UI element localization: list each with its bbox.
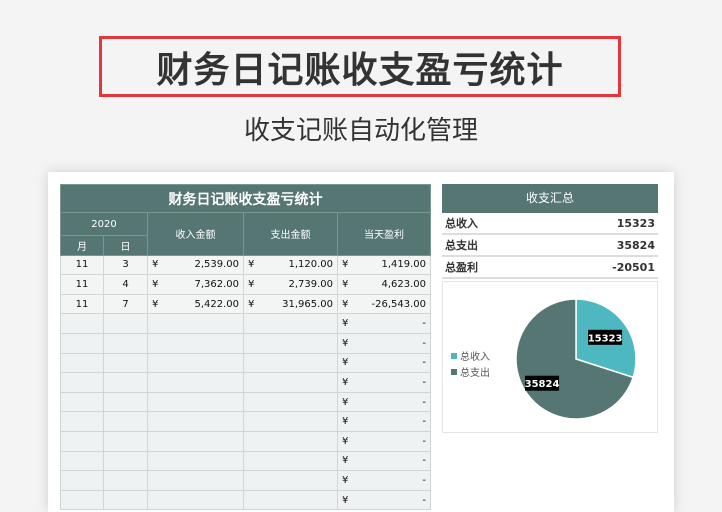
table-row: ¥ - (60, 352, 431, 374)
cell[interactable] (60, 372, 104, 393)
cell[interactable] (60, 391, 104, 413)
data-label: 15323 (588, 329, 623, 345)
cell[interactable] (103, 470, 148, 491)
cell-amount[interactable]: ¥1,419.00 (337, 254, 431, 276)
cell[interactable] (243, 313, 338, 334)
table-row: ¥ - (60, 372, 431, 393)
cell-profit[interactable]: ¥ - (337, 332, 431, 354)
summary-row: 总收入 15323 (442, 213, 658, 235)
cell-amount[interactable]: ¥2,739.00 (243, 274, 338, 295)
cell-month[interactable]: 11 (60, 293, 104, 315)
cell-day[interactable]: 4 (103, 274, 148, 295)
cell[interactable] (147, 391, 244, 413)
table-row: 11 3 ¥2,539.00 ¥1,120.00 ¥1,419.00 (60, 254, 431, 276)
pie-svg: 15323 35824 (515, 298, 637, 420)
cell[interactable] (60, 332, 104, 354)
cell-profit[interactable]: ¥ - (337, 450, 431, 472)
cell-day[interactable]: 3 (103, 254, 148, 276)
data-label: 35824 (525, 375, 560, 391)
svg-text:35824: 35824 (525, 379, 560, 390)
year-header: 2020 (60, 212, 148, 236)
cell[interactable] (103, 391, 148, 413)
cell[interactable] (60, 352, 104, 374)
cell[interactable] (243, 391, 338, 413)
cell-amount[interactable]: ¥5,422.00 (147, 293, 244, 315)
cell[interactable] (243, 411, 338, 432)
day-header: 日 (103, 235, 148, 256)
cell[interactable] (243, 430, 338, 452)
cell-month[interactable]: 11 (60, 254, 104, 276)
table-row: 11 4 ¥7,362.00 ¥2,739.00 ¥4,623.00 (60, 274, 431, 295)
cell[interactable] (103, 332, 148, 354)
cell[interactable] (147, 411, 244, 432)
cell[interactable] (60, 470, 104, 491)
ledger-title: 财务日记账收支盈亏统计 (60, 184, 431, 213)
cell-profit[interactable]: ¥ - (337, 430, 431, 452)
banner-title: 财务日记账收支盈亏统计 (99, 36, 621, 97)
summary-title: 收支汇总 (442, 184, 658, 213)
table-row: ¥ - (60, 450, 431, 472)
profit-header: 当天盈利 (337, 212, 431, 256)
cell[interactable] (103, 372, 148, 393)
cell[interactable] (60, 313, 104, 334)
cell[interactable] (243, 352, 338, 374)
banner-subtitle: 收支记账自动化管理 (243, 116, 478, 146)
table-row: ¥ - (60, 411, 431, 432)
cell[interactable] (147, 430, 244, 452)
cell-amount[interactable]: ¥4,623.00 (337, 274, 431, 295)
table-row: ¥ - (60, 470, 431, 491)
cell[interactable] (60, 411, 104, 432)
cell[interactable] (103, 352, 148, 374)
month-header: 月 (60, 235, 104, 256)
cell[interactable] (103, 411, 148, 432)
cell-amount[interactable]: ¥7,362.00 (147, 274, 244, 295)
cell[interactable] (147, 372, 244, 393)
cell[interactable] (103, 313, 148, 334)
cell-amount[interactable]: ¥1,120.00 (243, 254, 338, 276)
cell-profit[interactable]: ¥ - (337, 470, 431, 491)
cell[interactable] (243, 450, 338, 472)
cell[interactable] (147, 470, 244, 491)
pie-chart: 总收入 总支出 15323 35824 (442, 281, 658, 433)
cell[interactable] (147, 450, 244, 472)
table-row: ¥ - (60, 332, 431, 354)
cell[interactable] (147, 313, 244, 334)
table-row: ¥ - (60, 430, 431, 452)
cell-profit[interactable]: ¥ - (337, 411, 431, 432)
cell-day[interactable]: 7 (103, 293, 148, 315)
cell[interactable] (147, 352, 244, 374)
summary-row: 总盈利 -20501 (442, 257, 658, 279)
cell[interactable] (103, 450, 148, 472)
ledger-table: 财务日记账收支盈亏统计 2020 收入金额 支出金额 当天盈利 月日 11 3 ¥2… (60, 184, 431, 511)
cell-profit[interactable]: ¥ - (337, 391, 431, 413)
cell-month[interactable]: 11 (60, 274, 104, 295)
spreadsheet: 财务日记账收支盈亏统计 2020 收入金额 支出金额 当天盈利 月日 11 3 ¥2… (48, 172, 674, 512)
summary-row: 总支出 35824 (442, 235, 658, 257)
cell-profit[interactable]: ¥ - (337, 372, 431, 393)
cell[interactable] (60, 450, 104, 472)
cell[interactable] (147, 332, 244, 354)
table-row: ¥ - (60, 313, 431, 334)
cell[interactable] (103, 430, 148, 452)
cell[interactable] (60, 430, 104, 452)
cell-profit[interactable]: ¥ - (337, 352, 431, 374)
svg-text:15323: 15323 (588, 333, 623, 344)
table-row: 11 7 ¥5,422.00 ¥31,965.00 ¥ -26,543.00 (60, 293, 431, 315)
cell-amount[interactable]: ¥ -26,543.00 (337, 293, 431, 315)
cell[interactable] (243, 332, 338, 354)
cell[interactable] (243, 470, 338, 491)
cell[interactable] (243, 372, 338, 393)
cell-amount[interactable]: ¥31,965.00 (243, 293, 338, 315)
table-row: ¥ - (60, 391, 431, 413)
summary-panel: 收支汇总 总收入 15323 总支出 35824 总盈利 -20501 总收入 总支出… (442, 184, 658, 433)
expense-header: 支出金额 (243, 212, 338, 256)
cell-profit[interactable]: ¥ - (337, 313, 431, 334)
income-header: 收入金额 (147, 212, 244, 256)
cell-amount[interactable]: ¥2,539.00 (147, 254, 244, 276)
